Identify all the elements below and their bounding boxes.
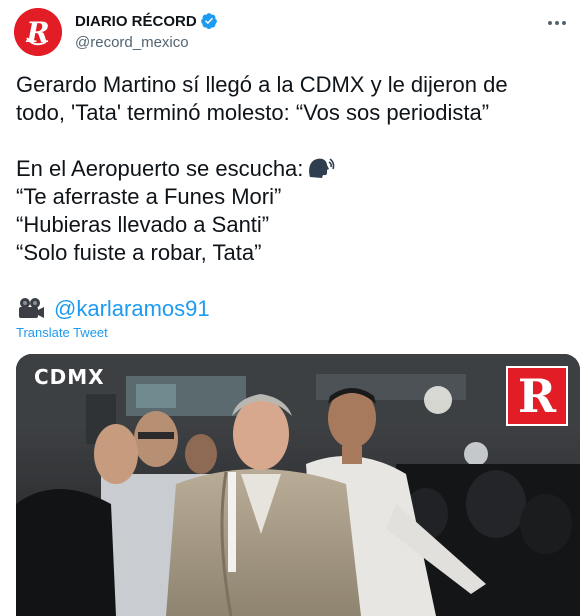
tweet-text: Gerardo Martino sí llegó a la CDMX y le …	[16, 71, 572, 323]
tweet-line: “Hubieras llevado a Santi”	[16, 212, 270, 237]
avatar[interactable]: R	[14, 8, 62, 56]
account-names: DIARIO RÉCORD @record_mexico	[75, 11, 218, 51]
tweet: R DIARIO RÉCORD @record_mexico Gerardo M…	[0, 0, 584, 616]
tweet-line: “Solo fuiste a robar, Tata”	[16, 240, 262, 265]
video-frame	[16, 354, 580, 616]
tweet-header: R DIARIO RÉCORD @record_mexico	[14, 8, 570, 56]
movie-camera-icon	[16, 297, 46, 321]
tweet-line: todo, 'Tata' terminó molesto: “Vos sos p…	[16, 100, 490, 125]
tweet-credit: @karlaramos91	[16, 295, 572, 323]
tweet-line: “Te aferraste a Funes Mori”	[16, 184, 282, 209]
mention-link[interactable]: @karlaramos91	[54, 296, 210, 321]
media-location-label: CDMX	[34, 365, 105, 389]
speaking-head-icon	[307, 156, 335, 180]
record-logo-icon: R	[14, 8, 62, 56]
tweet-line: En el Aeropuerto se escucha:	[16, 156, 304, 181]
translate-tweet-link[interactable]: Translate Tweet	[16, 325, 108, 340]
media-record-logo: R	[506, 366, 568, 426]
tweet-media-video[interactable]: CDMX R	[16, 354, 580, 616]
verified-badge-icon	[200, 12, 218, 30]
tweet-line-with-emoji: En el Aeropuerto se escucha:	[16, 155, 572, 183]
display-name[interactable]: DIARIO RÉCORD	[75, 13, 197, 30]
more-options-icon[interactable]	[546, 12, 568, 34]
account-handle[interactable]: @record_mexico	[75, 34, 218, 51]
tweet-line: Gerardo Martino sí llegó a la CDMX y le …	[16, 72, 508, 97]
